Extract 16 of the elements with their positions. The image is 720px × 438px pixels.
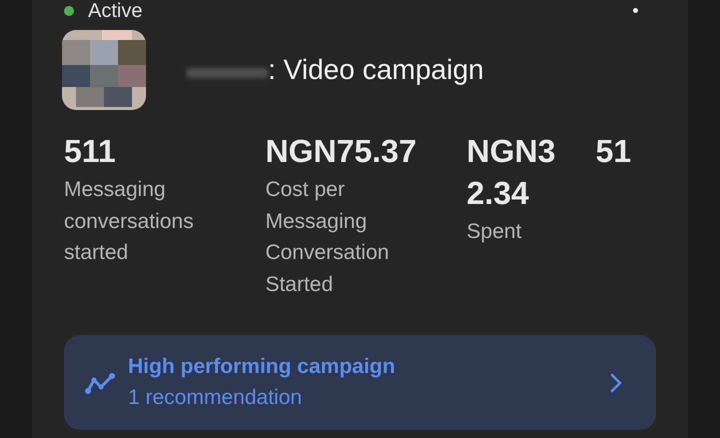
stat-label: Cost per Messaging Conversation Started — [265, 177, 390, 298]
recommendation-title: High performing campaign — [128, 354, 396, 380]
stat-label: Spent — [466, 219, 523, 245]
campaign-title: : Video campaign — [268, 53, 484, 87]
more-icon[interactable] — [633, 8, 638, 13]
stat-value: 51 — [596, 132, 632, 171]
trend-line-icon — [84, 370, 116, 394]
stat-value: 511 — [64, 132, 116, 171]
recommendation-subtitle: 1 recommendation — [128, 384, 303, 410]
stat-value: NGN75.37 — [265, 132, 417, 171]
chevron-right-icon — [610, 372, 622, 392]
stat-label: Messaging conversations started — [64, 177, 195, 266]
status-label: Active — [88, 0, 142, 22]
recommendation-banner[interactable]: High performing campaign 1 recommendation — [64, 335, 656, 430]
stat-value: NGN3 — [466, 132, 556, 171]
stat-value: 2.34 — [466, 174, 529, 213]
